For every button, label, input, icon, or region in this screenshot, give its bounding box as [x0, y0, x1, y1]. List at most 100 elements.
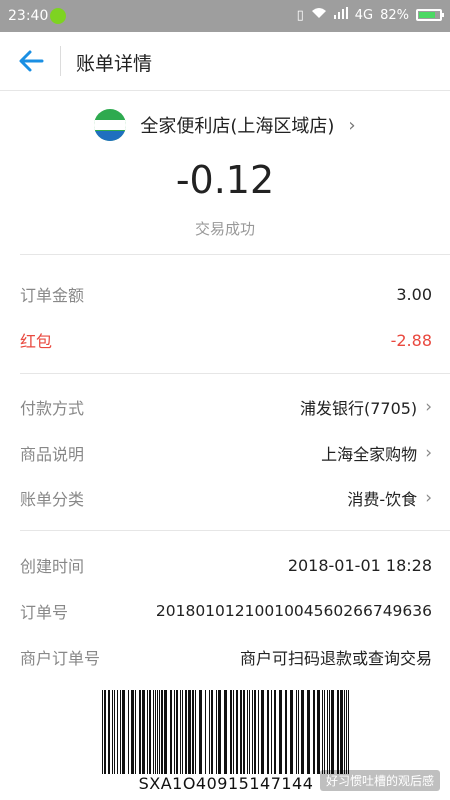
- barcode-bar: [192, 690, 194, 774]
- barcode-bar: [230, 690, 232, 774]
- barcode-bar: [211, 690, 213, 774]
- barcode-bar: [142, 690, 145, 774]
- notification-icon: [50, 8, 66, 24]
- barcode-bar: [279, 690, 282, 774]
- barcode-bar: [340, 690, 343, 774]
- barcode-bar: [199, 690, 202, 774]
- row-label: 红包: [20, 332, 53, 351]
- merchant-order-number-row: 商户订单号 商户可扫码退款或查询交易: [20, 637, 432, 677]
- payment-method-row[interactable]: 付款方式 浦发银行(7705) ›: [20, 387, 432, 427]
- row-value: 浦发银行(7705): [299, 399, 418, 418]
- divider: [20, 254, 450, 255]
- page-title: 账单详情: [76, 53, 153, 75]
- vibrate-icon: ▯: [296, 7, 304, 23]
- barcode-bar: [267, 690, 269, 774]
- barcode-bar: [337, 690, 339, 774]
- bill-category-row[interactable]: 账单分类 消费-饮食 ›: [20, 478, 432, 518]
- chevron-right-icon: ›: [425, 488, 432, 508]
- barcode-bar: [122, 690, 125, 774]
- barcode-bar: [327, 690, 328, 774]
- barcode-bar: [128, 690, 129, 774]
- barcode-bar: [117, 690, 118, 774]
- chevron-right-icon: ›: [425, 397, 432, 417]
- barcode-bar: [329, 690, 330, 774]
- barcode-bar: [285, 690, 287, 774]
- battery-icon: [416, 9, 444, 21]
- barcode-bar: [274, 690, 276, 774]
- transaction-status: 交易成功: [194, 220, 255, 238]
- row-label: 订单金额: [20, 286, 85, 305]
- barcode-bar: [301, 690, 304, 774]
- row-value: 商户可扫码退款或查询交易: [239, 649, 432, 668]
- merchant-header[interactable]: 全家便利店(上海区域店) ›: [0, 108, 450, 142]
- barcode-bar: [164, 690, 167, 774]
- barcode-bar: [102, 690, 103, 774]
- barcode-bar: [261, 690, 264, 774]
- row-value: 3.00: [396, 284, 432, 304]
- row-label: 创建时间: [20, 557, 85, 576]
- barcode-bar: [216, 690, 217, 774]
- barcode-bar: [290, 690, 293, 774]
- order-number-row: 订单号 2018010121001004560266749636: [20, 591, 432, 631]
- barcode-bar: [159, 690, 160, 774]
- watermark: 好习惯吐槽的观后感: [319, 770, 440, 791]
- barcode-bar: [348, 690, 349, 774]
- barcode-bar: [120, 690, 121, 774]
- item-description-row[interactable]: 商品说明 上海全家购物 ›: [20, 433, 432, 473]
- status-time: 23:40: [8, 8, 49, 24]
- barcode-bar: [346, 690, 347, 774]
- row-value: 2018-01-01 18:28: [287, 555, 432, 575]
- row-value: 2018010121001004560266749636: [155, 602, 432, 620]
- barcode-bar: [135, 690, 136, 774]
- row-value: 消费-饮食: [347, 490, 418, 509]
- barcode-bar: [324, 690, 325, 774]
- barcode-bar: [185, 690, 187, 774]
- chevron-right-icon[interactable]: ›: [348, 115, 355, 136]
- wifi-icon: [311, 7, 327, 23]
- row-value-wrap: 浦发银行(7705) ›: [300, 395, 432, 419]
- barcode-bar: [249, 690, 250, 774]
- row-label: 账单分类: [20, 490, 85, 509]
- divider: [20, 530, 450, 531]
- barcode-bar: [252, 690, 253, 774]
- barcode-bar: [149, 690, 151, 774]
- row-value-wrap: 消费-饮食 ›: [347, 486, 432, 510]
- header-divider: [60, 46, 61, 76]
- barcode-text: SXA1O40915147144: [138, 774, 314, 793]
- barcode-bar: [317, 690, 320, 774]
- row-value: 上海全家购物: [321, 445, 418, 464]
- merchant-logo-icon: [94, 109, 127, 141]
- barcode-bar: [331, 690, 334, 774]
- barcode-bar: [104, 690, 106, 774]
- barcode-bar: [157, 690, 158, 774]
- barcode-bar: [195, 690, 196, 774]
- barcode-bar: [218, 690, 221, 774]
- barcode-bar: [188, 690, 191, 774]
- barcode-image: [102, 690, 349, 774]
- barcode-bar: [108, 690, 110, 774]
- created-time-row: 创建时间 2018-01-01 18:28: [20, 545, 432, 585]
- barcode-bar: [254, 690, 256, 774]
- barcode-bar: [298, 690, 299, 774]
- barcode-bar: [236, 690, 238, 774]
- merchant-name[interactable]: 全家便利店(上海区域店): [140, 112, 334, 138]
- network-type: 4G: [354, 7, 374, 23]
- barcode-bar: [271, 690, 272, 774]
- barcode-bar: [247, 690, 248, 774]
- barcode-bar: [205, 690, 206, 774]
- battery-percent: 82%: [380, 7, 409, 23]
- row-label: 付款方式: [20, 399, 85, 418]
- barcode-bar: [153, 690, 154, 774]
- barcode-bar: [180, 690, 181, 774]
- back-arrow-icon[interactable]: [18, 49, 44, 73]
- barcode-bar: [161, 690, 163, 774]
- chevron-right-icon: ›: [425, 443, 432, 463]
- barcode-bar: [147, 690, 148, 774]
- barcode-bar: [296, 690, 297, 774]
- row-label: 商户订单号: [20, 649, 101, 668]
- barcode-bar: [170, 690, 172, 774]
- row-value-wrap: 上海全家购物 ›: [321, 441, 432, 465]
- row-label: 商品说明: [20, 445, 85, 464]
- barcode-bar: [344, 690, 345, 774]
- app-bar: 账单详情: [0, 32, 450, 91]
